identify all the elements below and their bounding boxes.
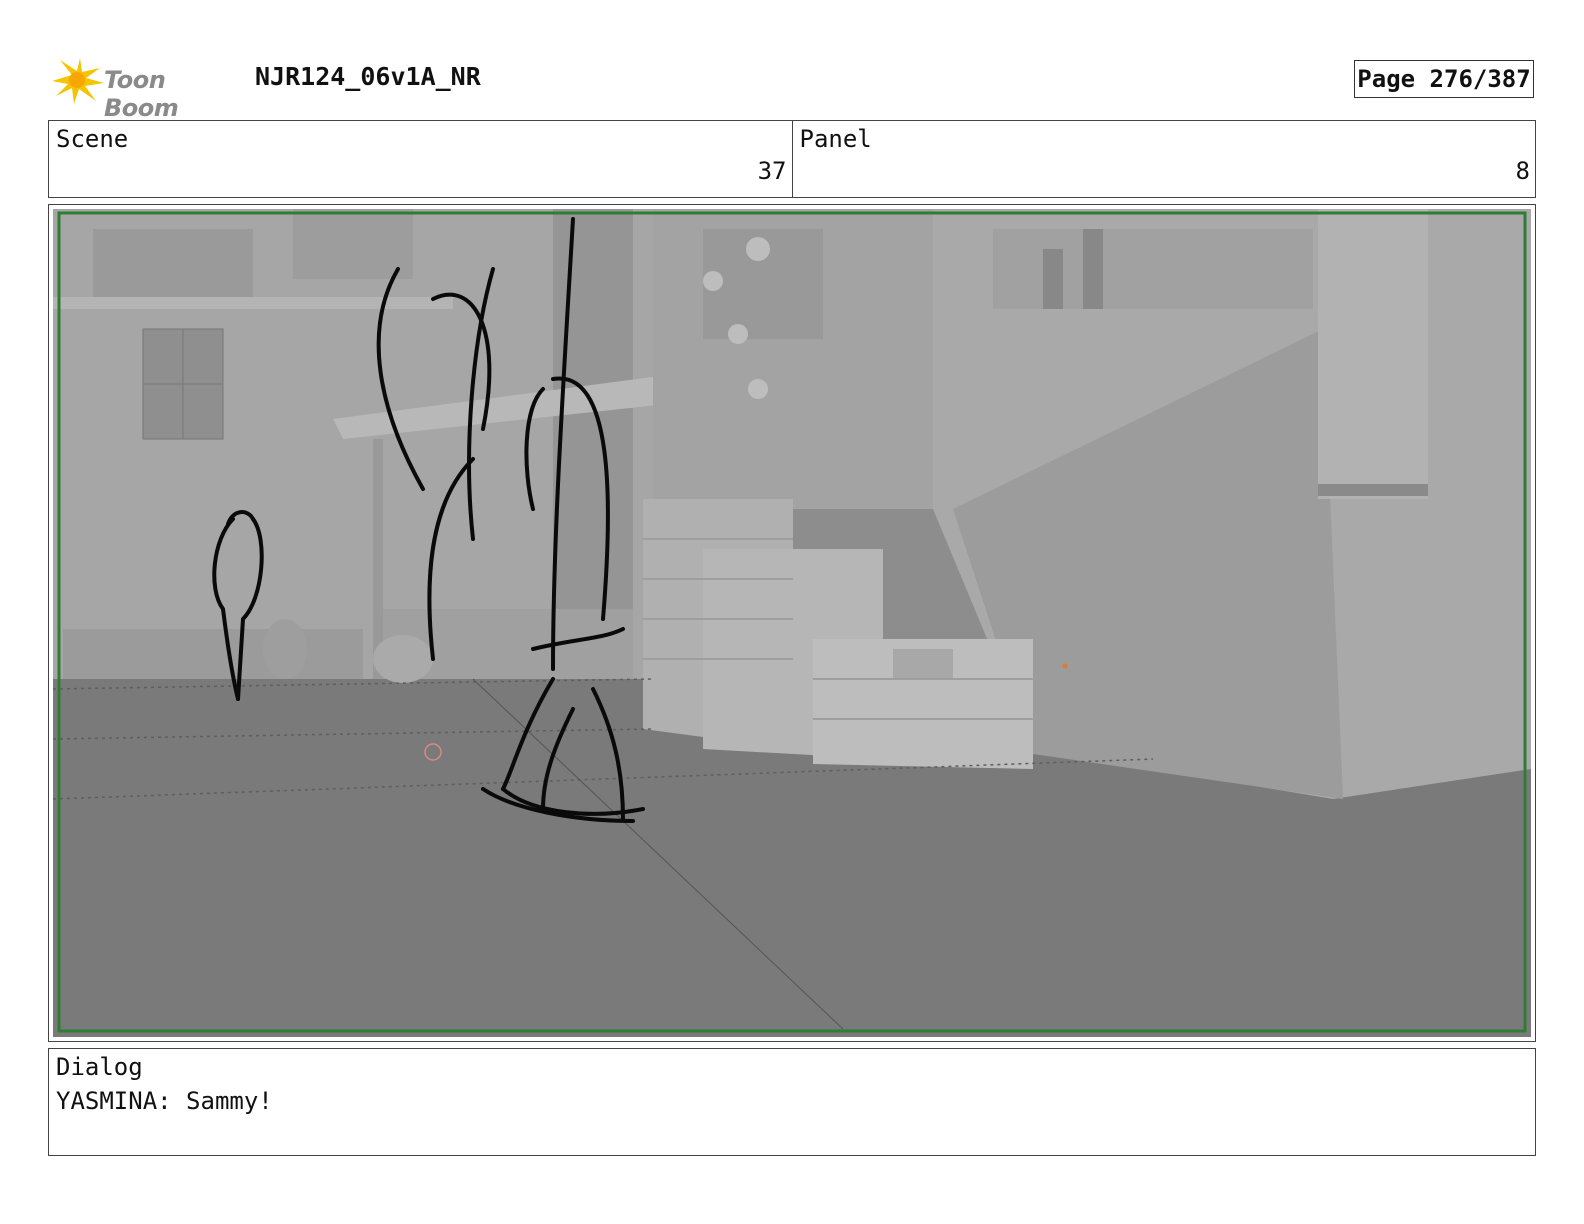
dialog-text: YASMINA: Sammy!	[56, 1087, 273, 1115]
toon-boom-logo: Toon Boom	[50, 56, 240, 122]
page-indicator: Page 276/387	[1354, 60, 1534, 98]
panel-cell: Panel 8	[791, 121, 1536, 197]
storyboard-frame	[48, 204, 1536, 1042]
page-number: Page 276/387	[1357, 65, 1531, 93]
panel-number: 8	[1515, 157, 1530, 185]
scene-label: Scene	[56, 125, 129, 153]
scene-cell: Scene 37	[49, 121, 792, 197]
panel-label: Panel	[799, 125, 872, 153]
starburst-icon	[52, 58, 104, 104]
scene-panel-row: Scene 37 Panel 8	[48, 120, 1536, 198]
document-title: NJR124_06v1A_NR	[255, 62, 481, 91]
scene-number: 37	[757, 157, 787, 185]
dialog-label: Dialog	[56, 1053, 143, 1081]
storyboard-drawing	[53, 209, 1531, 1037]
brand-wordmark: Toon Boom	[104, 66, 179, 122]
dialog-section: Dialog YASMINA: Sammy!	[48, 1048, 1536, 1156]
storyboard-image	[53, 209, 1531, 1037]
